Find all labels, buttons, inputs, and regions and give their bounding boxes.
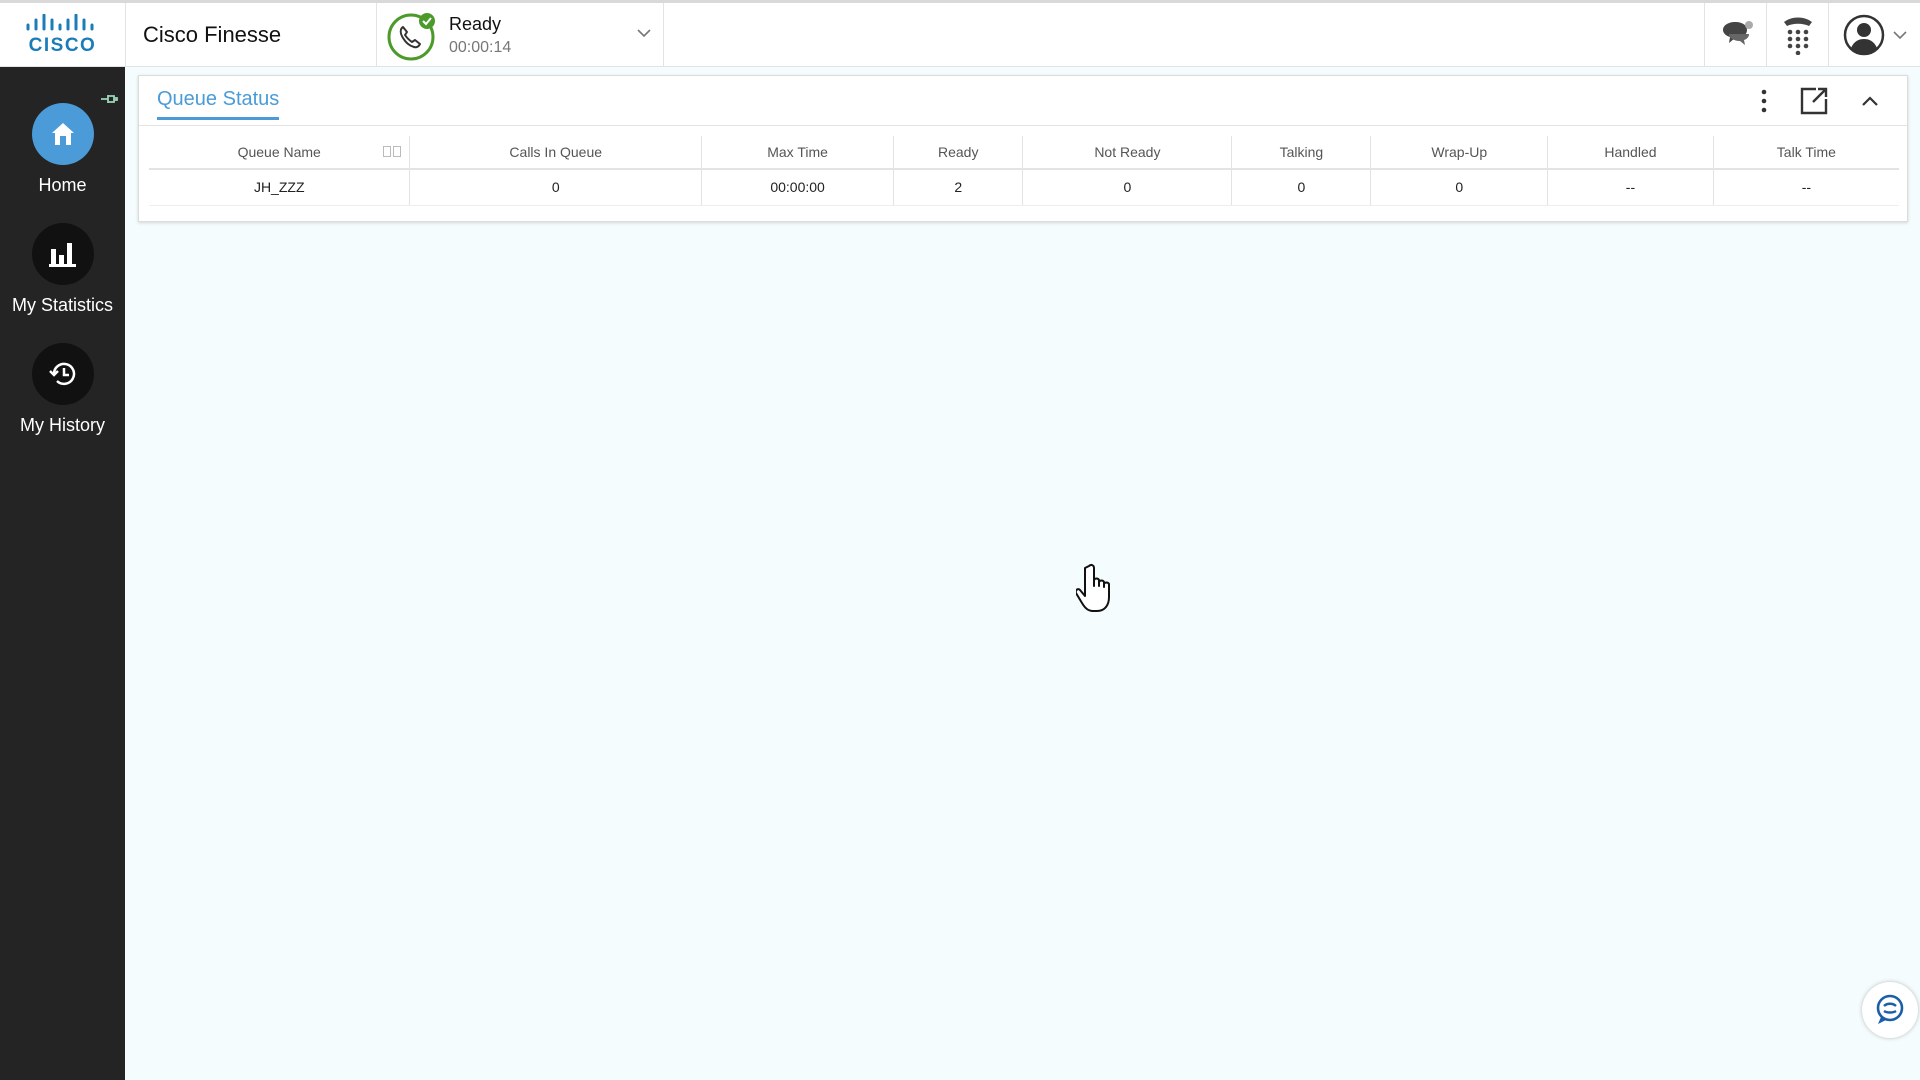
dialpad-button[interactable] [1766, 3, 1828, 67]
cell-max-time: 00:00:00 [701, 169, 895, 206]
column-header-talking[interactable]: Talking [1231, 136, 1372, 170]
column-header-ready[interactable]: Ready [893, 136, 1024, 170]
sidebar-item-my-statistics[interactable]: My Statistics [0, 223, 125, 316]
logo-text: CISCO [28, 34, 97, 56]
more-vertical-icon [1761, 89, 1767, 113]
statistics-icon-circle [31, 223, 94, 285]
status-label: Ready [449, 14, 502, 34]
header-actions [1704, 3, 1920, 67]
user-avatar-icon [1843, 14, 1884, 56]
column-header-handled[interactable]: Handled [1547, 136, 1714, 170]
status-timer: 00:00:14 [449, 39, 512, 56]
cell-not-ready: 0 [1022, 169, 1233, 206]
cisco-logo: CISCO [0, 3, 126, 67]
sidebar-item-label: Home [38, 175, 87, 195]
sidebar-item-label: My History [20, 415, 105, 435]
user-menu-button[interactable] [1828, 3, 1920, 67]
queue-status-gadget: Queue Status Queue Name Calls In Queue M… [138, 75, 1908, 222]
sidebar-item-label: My Statistics [11, 295, 113, 315]
column-header-wrap-up[interactable]: Wrap-Up [1370, 136, 1549, 170]
cell-calls-in-queue: 0 [409, 169, 703, 206]
phone-ready-icon [387, 13, 435, 61]
table-row[interactable]: JH_ZZZ 0 00:00:00 2 0 0 0 -- -- [149, 169, 1899, 206]
column-header-queue-name[interactable]: Queue Name [149, 136, 411, 170]
column-header-talk-time[interactable]: Talk Time [1713, 136, 1899, 170]
cisco-bars-icon [26, 13, 93, 30]
popout-icon [1800, 87, 1828, 115]
history-icon-circle [31, 343, 94, 405]
chevron-down-icon [637, 29, 651, 38]
chat-assistant-icon [1876, 994, 1904, 1024]
agent-state-dropdown[interactable]: Ready 00:00:14 [376, 3, 664, 67]
column-header-label: Queue Name [237, 144, 321, 160]
chat-status-button[interactable] [1704, 3, 1766, 67]
cell-talking: 0 [1231, 169, 1372, 206]
home-icon [51, 123, 74, 145]
left-sidebar: Home My Statistics My History [0, 67, 125, 1080]
queue-status-table: Queue Name Calls In Queue Max Time Ready… [149, 136, 1899, 206]
gadget-popout-button[interactable] [1799, 86, 1829, 116]
hand-pointer-cursor-icon [1076, 563, 1110, 612]
column-picker-icon[interactable] [383, 146, 402, 157]
table-header-row: Queue Name Calls In Queue Max Time Ready… [149, 136, 1899, 170]
gadget-collapse-button[interactable] [1855, 86, 1885, 116]
column-header-calls-in-queue[interactable]: Calls In Queue [409, 136, 703, 170]
gadget-header: Queue Status [139, 76, 1907, 126]
column-header-max-time[interactable]: Max Time [701, 136, 895, 170]
sidebar-item-my-history[interactable]: My History [0, 343, 125, 436]
dialpad-icon [1783, 17, 1812, 55]
sidebar-item-home[interactable]: Home [0, 103, 125, 196]
top-header: CISCO Cisco Finesse Ready 00:00:14 [0, 0, 1920, 67]
app-title: Cisco Finesse [143, 22, 282, 47]
bar-chart-icon [48, 243, 76, 267]
cell-wrap-up: 0 [1370, 169, 1549, 206]
chevron-up-icon [1862, 96, 1878, 106]
home-icon-circle [31, 103, 94, 165]
cell-handled: -- [1547, 169, 1714, 206]
chat-bubble-icon [1722, 21, 1753, 45]
cell-ready: 2 [893, 169, 1024, 206]
cell-queue-name: JH_ZZZ [149, 169, 411, 206]
column-header-not-ready[interactable]: Not Ready [1022, 136, 1233, 170]
gadget-menu-button[interactable] [1749, 86, 1779, 116]
floating-chat-button[interactable] [1862, 982, 1918, 1038]
history-icon [48, 362, 75, 386]
chevron-down-icon [1892, 30, 1907, 39]
gadget-title[interactable]: Queue Status [157, 88, 280, 120]
cell-talk-time: -- [1713, 169, 1899, 206]
